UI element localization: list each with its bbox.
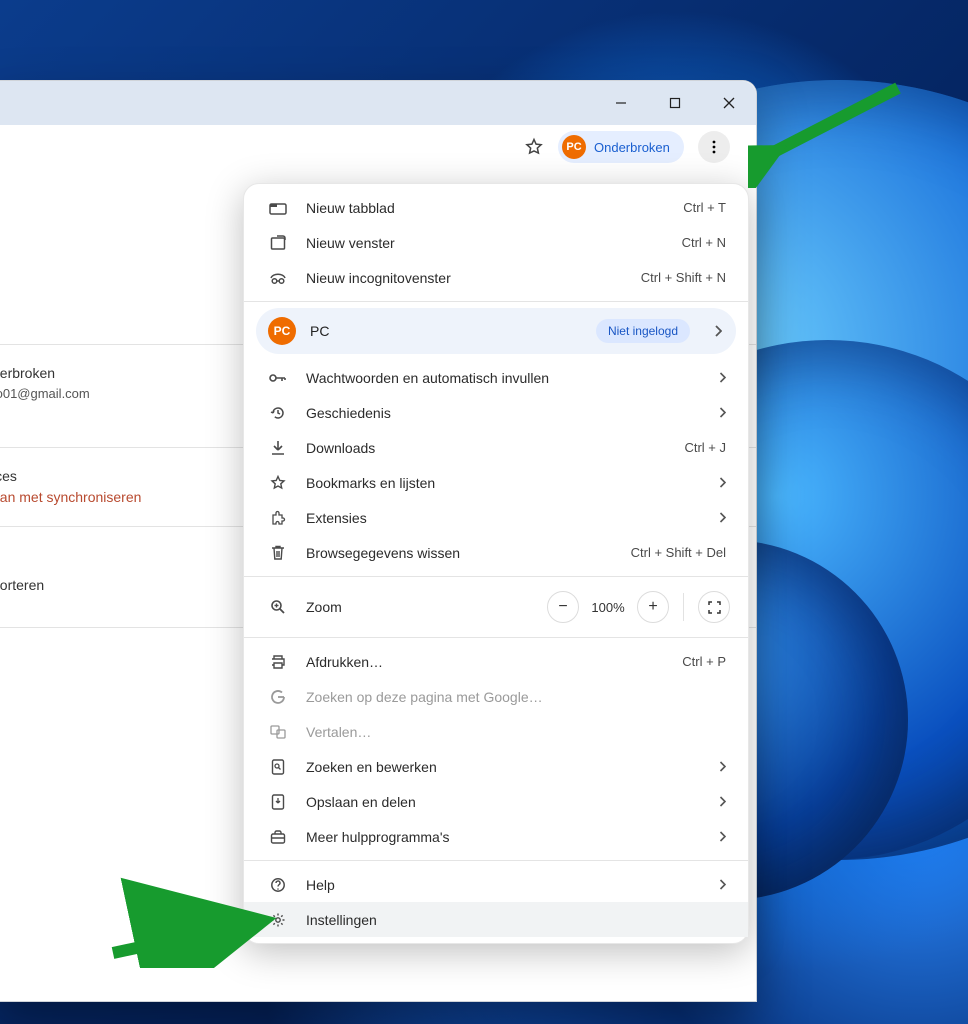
window-maximize-button[interactable] [648, 81, 702, 125]
menu-help-label: Help [306, 877, 701, 893]
menu-new-incognito-label: Nieuw incognitovenster [306, 270, 623, 286]
menu-downloads-shortcut: Ctrl + J [684, 440, 726, 455]
menu-settings-label: Instellingen [306, 912, 726, 928]
menu-downloads[interactable]: Downloads Ctrl + J [244, 430, 748, 465]
menu-print-shortcut: Ctrl + P [682, 654, 726, 669]
menu-profile-name: PC [310, 323, 582, 339]
browser-menu: Nieuw tabblad Ctrl + T Nieuw venster Ctr… [243, 183, 749, 944]
profile-chip[interactable]: PC Onderbroken [558, 131, 684, 163]
menu-new-window-label: Nieuw venster [306, 235, 664, 251]
menu-separator [244, 576, 748, 577]
kebab-icon [706, 139, 722, 155]
menu-save-share[interactable]: Opslaan en delen [244, 784, 748, 819]
menu-clear-data-label: Browsegegevens wissen [306, 545, 613, 561]
star-icon [268, 475, 288, 491]
browser-toolbar: PC Onderbroken [0, 125, 756, 170]
fullscreen-icon [708, 601, 721, 614]
help-icon [268, 877, 288, 893]
menu-settings[interactable]: Instellingen [244, 902, 748, 937]
menu-new-tab-label: Nieuw tabblad [306, 200, 665, 216]
chevron-right-icon [719, 761, 726, 772]
zoom-icon [268, 599, 288, 615]
chevron-right-icon [719, 796, 726, 807]
menu-profile-row[interactable]: PC PC Niet ingelogd [256, 308, 736, 354]
chevron-right-icon [719, 831, 726, 842]
menu-extensions-label: Extensies [306, 510, 701, 526]
find-icon [268, 759, 288, 775]
menu-clear-data-shortcut: Ctrl + Shift + Del [631, 545, 726, 560]
tab-icon [268, 201, 288, 215]
menu-separator [244, 860, 748, 861]
zoom-out-button[interactable]: − [547, 591, 579, 623]
star-icon [524, 137, 544, 157]
menu-new-window-shortcut: Ctrl + N [682, 235, 726, 250]
import-label: porteren [0, 577, 44, 593]
toolbox-icon [268, 830, 288, 844]
menu-save-share-label: Opslaan en delen [306, 794, 701, 810]
window-icon [268, 235, 288, 251]
menu-more-tools-label: Meer hulpprogramma's [306, 829, 701, 845]
key-icon [268, 372, 288, 384]
chevron-right-icon [719, 512, 726, 523]
trash-icon [268, 545, 288, 561]
menu-search-page: Zoeken op deze pagina met Google… [244, 679, 748, 714]
chevron-right-icon [719, 407, 726, 418]
chevron-right-icon [714, 325, 722, 337]
menu-profile-avatar: PC [268, 317, 296, 345]
profile-avatar: PC [562, 135, 586, 159]
menu-clear-data[interactable]: Browsegegevens wissen Ctrl + Shift + Del [244, 535, 748, 570]
menu-print[interactable]: Afdrukken… Ctrl + P [244, 644, 748, 679]
window-minimize-button[interactable] [594, 81, 648, 125]
window-titlebar[interactable] [0, 81, 756, 125]
menu-separator [244, 637, 748, 638]
gear-icon [268, 912, 288, 928]
menu-translate-label: Vertalen… [306, 724, 726, 740]
save-icon [268, 794, 288, 810]
menu-passwords[interactable]: Wachtwoorden en automatisch invullen [244, 360, 748, 395]
download-icon [268, 440, 288, 456]
menu-new-tab[interactable]: Nieuw tabblad Ctrl + T [244, 190, 748, 225]
fullscreen-button[interactable] [698, 591, 730, 623]
bookmark-star-button[interactable] [520, 133, 548, 161]
incognito-icon [268, 271, 288, 285]
menu-profile-badge: Niet ingelogd [596, 319, 690, 343]
menu-new-incognito-shortcut: Ctrl + Shift + N [641, 270, 726, 285]
menu-zoom: Zoom − 100% + [244, 583, 748, 631]
menu-zoom-label: Zoom [306, 599, 529, 615]
menu-search-page-label: Zoeken op deze pagina met Google… [306, 689, 726, 705]
print-icon [268, 654, 288, 670]
menu-more-tools[interactable]: Meer hulpprogramma's [244, 819, 748, 854]
menu-bookmarks[interactable]: Bookmarks en lijsten [244, 465, 748, 500]
zoom-value: 100% [585, 600, 631, 615]
chevron-right-icon [719, 372, 726, 383]
menu-extensions[interactable]: Extensies [244, 500, 748, 535]
menu-new-tab-shortcut: Ctrl + T [683, 200, 726, 215]
window-close-button[interactable] [702, 81, 756, 125]
history-icon [268, 405, 288, 421]
menu-new-window[interactable]: Nieuw venster Ctrl + N [244, 225, 748, 260]
zoom-in-button[interactable]: + [637, 591, 669, 623]
menu-help[interactable]: Help [244, 867, 748, 902]
window-controls [594, 81, 756, 125]
chevron-right-icon [719, 477, 726, 488]
menu-bookmarks-label: Bookmarks en lijsten [306, 475, 701, 491]
menu-translate: Vertalen… [244, 714, 748, 749]
menu-passwords-label: Wachtwoorden en automatisch invullen [306, 370, 701, 386]
menu-history-label: Geschiedenis [306, 405, 701, 421]
menu-new-incognito[interactable]: Nieuw incognitovenster Ctrl + Shift + N [244, 260, 748, 295]
chevron-right-icon [719, 879, 726, 890]
menu-history[interactable]: Geschiedenis [244, 395, 748, 430]
browser-menu-button[interactable] [698, 131, 730, 163]
menu-separator [244, 301, 748, 302]
translate-icon [268, 724, 288, 740]
menu-find-edit[interactable]: Zoeken en bewerken [244, 749, 748, 784]
separator [683, 593, 684, 621]
menu-downloads-label: Downloads [306, 440, 666, 456]
extension-icon [268, 510, 288, 526]
google-icon [268, 689, 288, 705]
menu-print-label: Afdrukken… [306, 654, 664, 670]
profile-status-label: Onderbroken [594, 140, 670, 155]
menu-find-edit-label: Zoeken en bewerken [306, 759, 701, 775]
